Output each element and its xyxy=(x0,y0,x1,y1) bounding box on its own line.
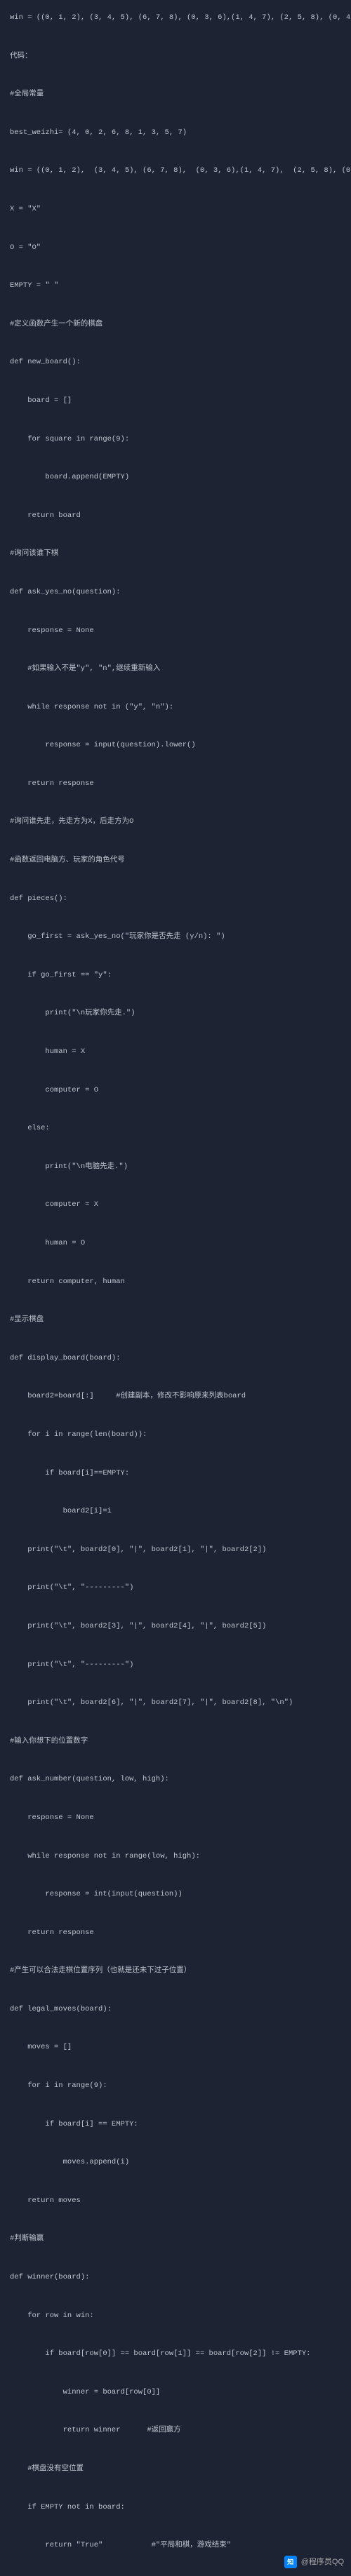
watermark-text: @程序员QQ xyxy=(301,2552,344,2572)
watermark: 知 @程序员QQ xyxy=(284,2552,344,2572)
zhihu-icon: 知 xyxy=(284,2556,297,2568)
code-content: win = ((0, 1, 2), (3, 4, 5), (6, 7, 8), … xyxy=(0,0,351,2576)
